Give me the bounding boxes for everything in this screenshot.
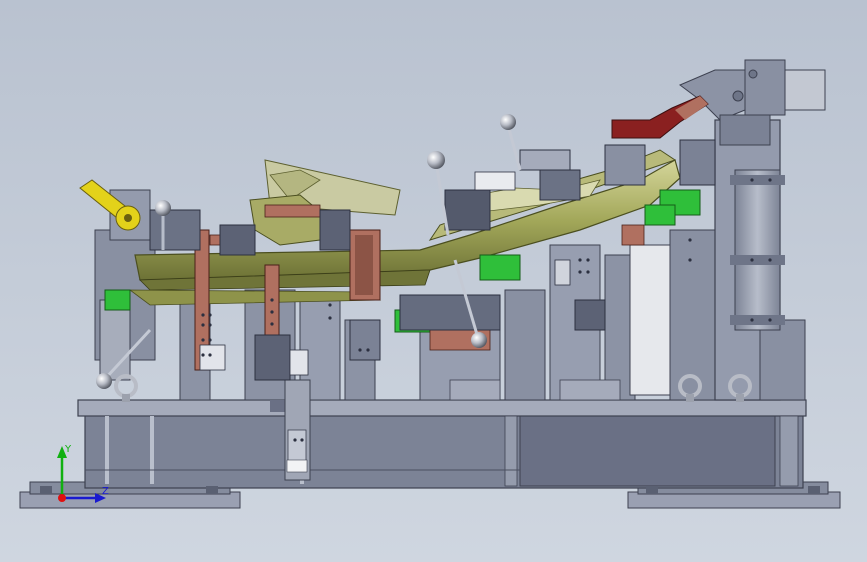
y-axis-label: Y	[64, 444, 72, 455]
z-axis-label: Z	[102, 486, 109, 497]
handle-ball-5	[96, 373, 112, 389]
handle-ball-3	[500, 114, 516, 130]
handle-ball-4	[471, 332, 487, 348]
x-axis-point	[58, 494, 66, 502]
handle-ball-2	[427, 151, 445, 169]
cad-viewport[interactable]: Y Z	[0, 0, 867, 562]
handle-ball-1	[155, 200, 171, 216]
fixture-assembly-drawing[interactable]: Y Z	[0, 0, 867, 562]
